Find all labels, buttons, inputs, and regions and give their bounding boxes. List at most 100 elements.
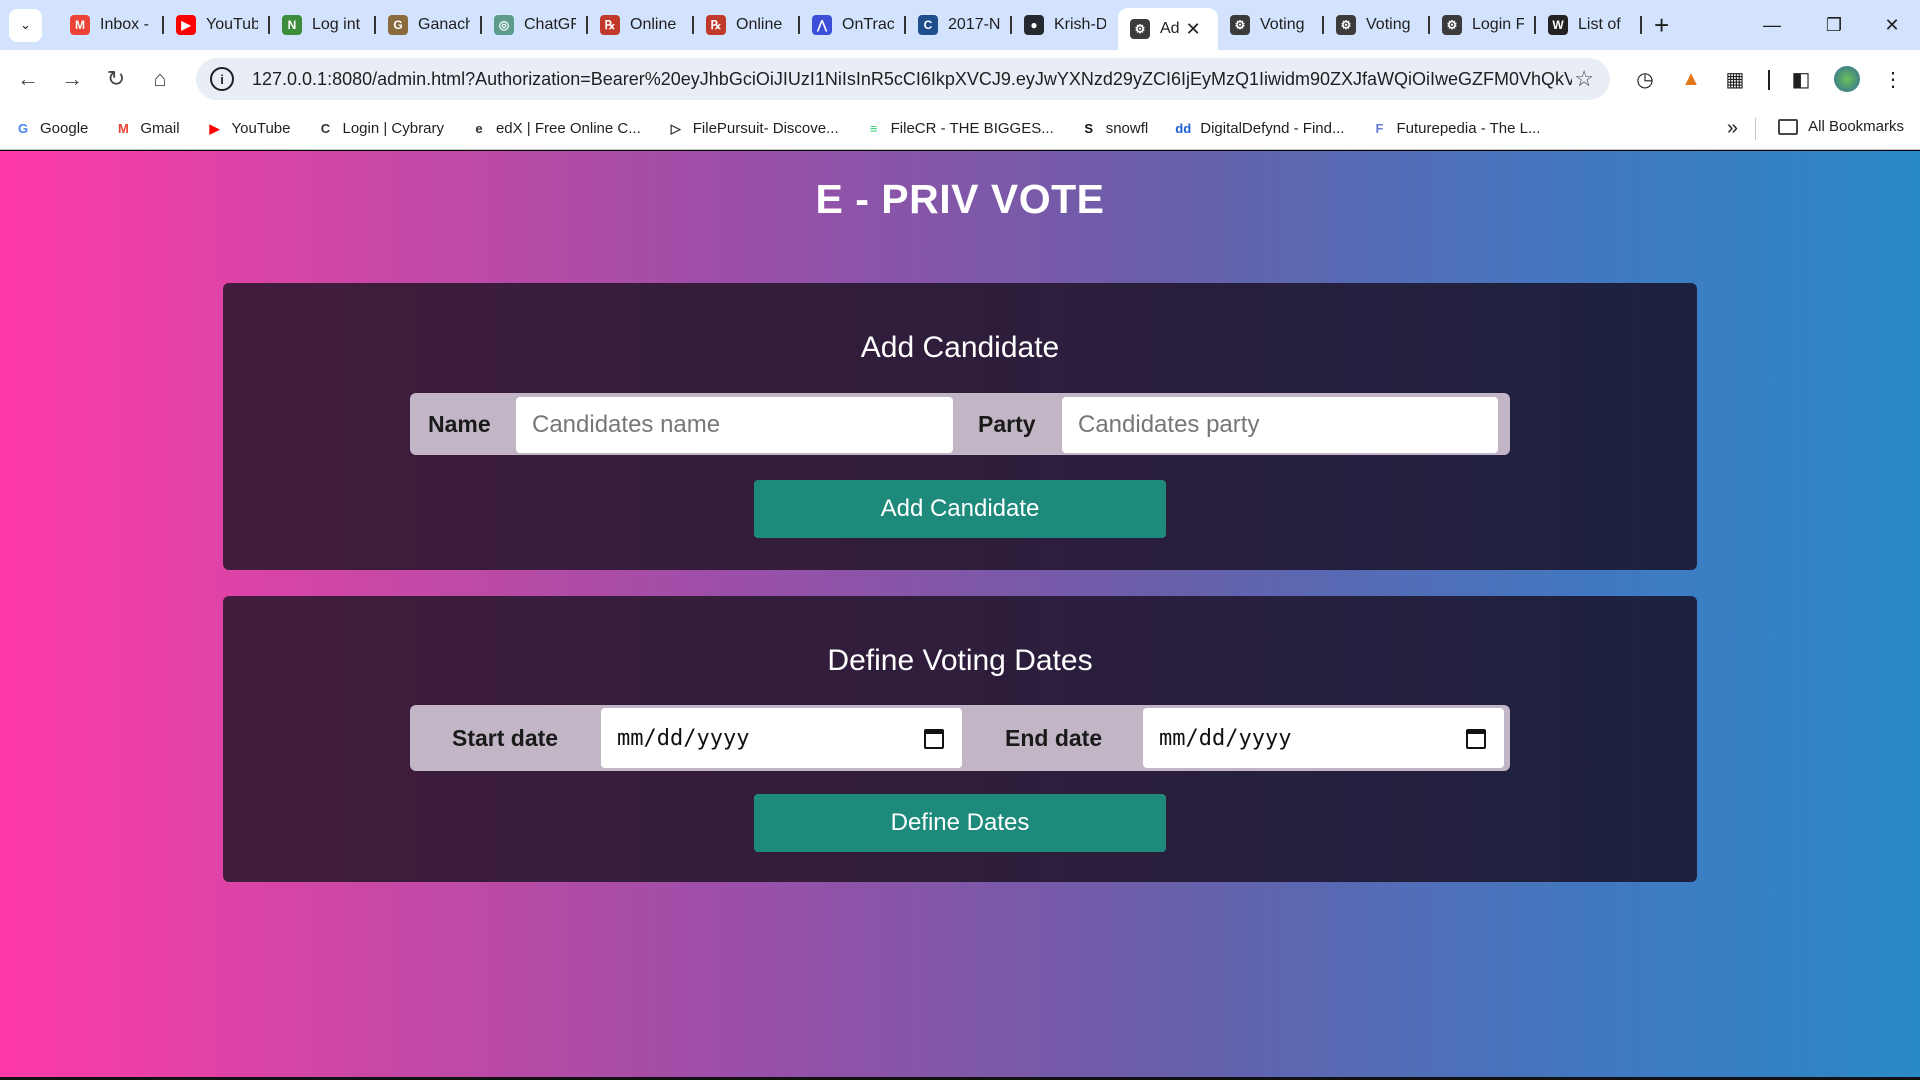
- gear-cluster-icon: ⚙: [1230, 15, 1250, 35]
- address-bar[interactable]: i 127.0.0.1:8080/admin.html?Authorizatio…: [196, 58, 1610, 100]
- bookmark-item[interactable]: ▷ FilePursuit- Discove...: [667, 120, 839, 138]
- tab-label: Online: [736, 16, 783, 33]
- browser-tab[interactable]: ⋀ OnTrac: [800, 0, 906, 50]
- filepursuit-icon: ▷: [670, 120, 681, 136]
- browser-tab[interactable]: ⚙ Login F: [1430, 0, 1536, 50]
- bookmark-label: FilePursuit- Discove...: [692, 120, 839, 137]
- start-date-input[interactable]: mm/dd/yyyy: [601, 708, 962, 768]
- chatgpt-icon: ◎: [494, 15, 514, 35]
- browser-tab[interactable]: G Ganach: [376, 0, 482, 50]
- url-text[interactable]: 127.0.0.1:8080/admin.html?Authorization=…: [252, 69, 1572, 90]
- site-info-icon[interactable]: i: [210, 67, 234, 91]
- party-label: Party: [978, 411, 1036, 437]
- restore-button[interactable]: ❐: [1806, 0, 1862, 50]
- youtube-icon: ▶: [176, 15, 196, 35]
- login-icon: N: [282, 15, 302, 35]
- candidate-party-input[interactable]: [1062, 397, 1498, 453]
- minimize-button[interactable]: —: [1744, 0, 1800, 50]
- all-bookmarks-button[interactable]: All Bookmarks: [1778, 118, 1904, 135]
- tab-label: List of: [1578, 16, 1621, 33]
- browser-tab[interactable]: M Inbox -: [58, 0, 164, 50]
- browser-tab[interactable]: ⚙ Ad ✕: [1118, 8, 1218, 50]
- bookmark-label: DigitalDefynd - Find...: [1200, 120, 1345, 137]
- edx-icon: e: [475, 121, 483, 136]
- close-icon: ✕: [1884, 14, 1900, 35]
- forward-button[interactable]: →: [50, 57, 94, 101]
- extensions-puzzle-icon[interactable]: ▦: [1718, 62, 1752, 96]
- bookmark-star-icon[interactable]: ☆: [1574, 66, 1594, 92]
- reload-button[interactable]: ↻: [94, 57, 138, 101]
- rx-icon: ℞: [600, 15, 620, 35]
- new-tab-button[interactable]: +: [1654, 10, 1669, 41]
- bookmark-item[interactable]: Ssnowfl: [1080, 120, 1148, 138]
- end-date-input[interactable]: mm/dd/yyyy: [1143, 708, 1504, 768]
- end-date-label: End date: [1005, 725, 1103, 751]
- more-bookmarks-chevron-icon[interactable]: »: [1727, 117, 1738, 140]
- page-title: E - PRIV VOTE: [815, 176, 1105, 222]
- tab-label: Ganach: [418, 16, 470, 33]
- github-icon: ●: [1024, 15, 1044, 35]
- bookmark-label: YouTube: [231, 120, 291, 137]
- bookmark-item[interactable]: G Google: [14, 120, 88, 138]
- menu-kebab-icon[interactable]: ⋮: [1876, 62, 1910, 96]
- gear-cluster-icon: ⚙: [1130, 19, 1150, 39]
- browser-tab[interactable]: ⚙ Voting: [1324, 0, 1430, 50]
- google-icon: G: [17, 121, 29, 136]
- performance-icon[interactable]: ◷: [1628, 62, 1662, 96]
- bookmark-label: Futurepedia - The L...: [1396, 120, 1541, 137]
- profile-avatar[interactable]: [1830, 62, 1864, 96]
- ganache-icon: G: [388, 15, 408, 35]
- bookmark-item[interactable]: ▶ YouTube: [206, 120, 291, 138]
- end-date-value: mm/dd/yyyy: [1159, 725, 1292, 751]
- bookmarks-divider: [1755, 118, 1756, 140]
- tab-label: Inbox -: [100, 16, 149, 33]
- bookmark-list: G Google M Gmail ▶ YouTube C Login | Cybrary e ed…: [14, 120, 1566, 138]
- browser-tab[interactable]: N Log int: [270, 0, 376, 50]
- cdc-icon: C: [918, 15, 938, 35]
- browser-tab[interactable]: ⚙ Voting: [1218, 0, 1324, 50]
- tab-label: Voting: [1366, 16, 1411, 33]
- bookmark-item[interactable]: e edX | Free Online C...: [470, 120, 640, 138]
- chevron-down-icon: ⌄: [20, 17, 31, 32]
- bookmark-item[interactable]: C Login | Cybrary: [317, 120, 444, 138]
- tab-label: ChatGF: [524, 16, 576, 33]
- bookmarks-bar: G Google M Gmail ▶ YouTube C Login | Cybrary e ed…: [0, 108, 1920, 150]
- digitaldefynd-icon: dd: [1175, 121, 1192, 136]
- cybrary-icon: C: [320, 121, 331, 136]
- add-candidate-button[interactable]: Add Candidate: [754, 480, 1166, 538]
- browser-tab[interactable]: ● Krish-D: [1012, 0, 1118, 50]
- side-panel-icon[interactable]: ◧: [1784, 62, 1818, 96]
- name-label: Name: [428, 411, 491, 437]
- define-dates-button[interactable]: Define Dates: [754, 794, 1166, 852]
- calendar-icon[interactable]: [1466, 729, 1486, 749]
- candidate-input-row: Name Party: [410, 393, 1510, 455]
- back-button[interactable]: ←: [6, 57, 50, 101]
- reload-icon: ↻: [106, 66, 126, 91]
- all-bookmarks-label: All Bookmarks: [1808, 118, 1904, 135]
- browser-tab[interactable]: W List of: [1536, 0, 1642, 50]
- browser-tab[interactable]: ▶ YouTub: [164, 0, 270, 50]
- tab-label: Log int: [312, 16, 361, 33]
- browser-tab[interactable]: ℞ Online: [588, 0, 694, 50]
- tab-label: Login F: [1472, 16, 1524, 33]
- browser-tab[interactable]: ℞ Online: [694, 0, 800, 50]
- bookmark-item[interactable]: dd DigitalDefynd - Find...: [1174, 120, 1344, 138]
- calendar-icon[interactable]: [924, 729, 944, 749]
- bookmark-item[interactable]: F Futurepedia - The L...: [1370, 120, 1541, 138]
- bookmark-item[interactable]: M Gmail: [114, 120, 180, 138]
- wikipedia-icon: W: [1548, 15, 1568, 35]
- close-window-button[interactable]: ✕: [1864, 0, 1920, 50]
- browser-tab[interactable]: C 2017-N: [906, 0, 1012, 50]
- bookmark-item[interactable]: ≡ FileCR - THE BIGGES...: [865, 120, 1054, 138]
- home-button[interactable]: ⌂: [138, 57, 182, 101]
- ontrack-icon: ⋀: [812, 15, 832, 35]
- tab-search-button[interactable]: ⌄: [9, 8, 42, 42]
- tab-list: M Inbox - ▶ YouTub N Log int G Ganach ◎ ChatGF ℞ On…: [58, 0, 1642, 50]
- browser-tab[interactable]: ◎ ChatGF: [482, 0, 588, 50]
- close-tab-icon[interactable]: ✕: [1186, 19, 1201, 40]
- tab-label: OnTrac: [842, 16, 894, 33]
- add-candidate-card: Add Candidate Name Party Add Candidate: [223, 283, 1697, 570]
- start-date-value: mm/dd/yyyy: [617, 725, 750, 751]
- metamask-fox-icon[interactable]: ▲: [1674, 62, 1708, 96]
- candidate-name-input[interactable]: [516, 397, 953, 453]
